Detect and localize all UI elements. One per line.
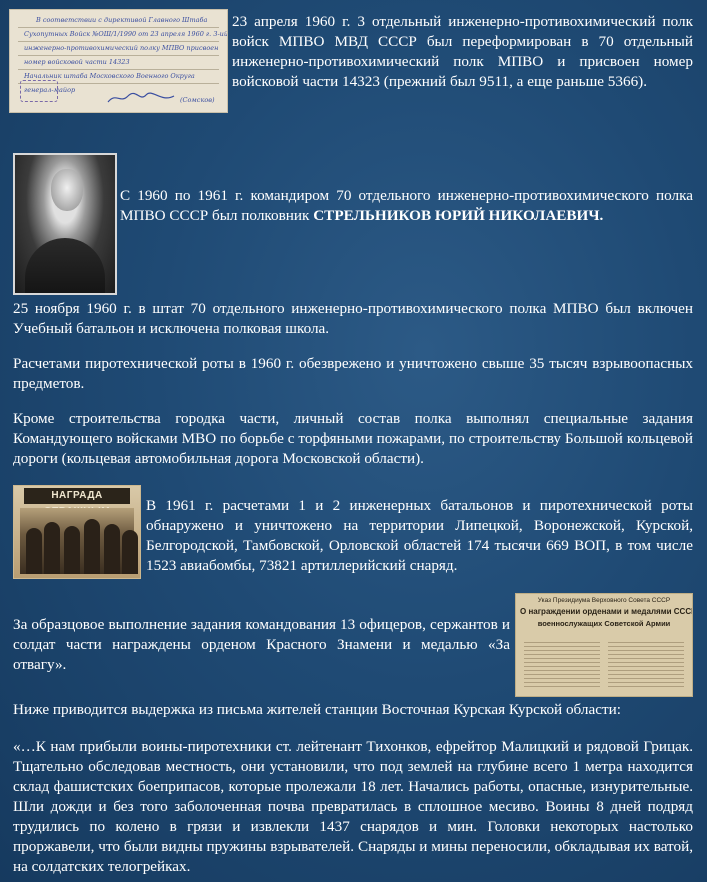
newspaper-heading: НАГРАДА ОТВАЖНЫМ bbox=[24, 488, 130, 517]
paragraph-pyrotechnic-company: Расчетами пиротехнической роты в 1960 г.… bbox=[13, 355, 693, 392]
commander-portrait-image bbox=[13, 153, 117, 295]
paragraph-construction: Кроме строительства городка части, личны… bbox=[13, 410, 693, 467]
letter-intro-paragraph: Ниже приводится выдержка из письма жител… bbox=[13, 701, 621, 718]
commander-name: СТРЕЛЬНИКОВ ЮРИЙ НИКОЛАЕВИЧ. bbox=[313, 207, 604, 224]
doc-line-1: В соответствии с директивой Главного Шта… bbox=[36, 16, 208, 24]
award-paragraph: За образцовое выполнение задания командо… bbox=[13, 616, 510, 673]
paragraph-training-battalion: 25 ноября 1960 г. в штат 70 отдельного и… bbox=[13, 300, 693, 337]
decree-line-2: О награждении орденами и медалями СССР bbox=[520, 607, 693, 616]
doc-line-3: инженерно-противохимический полку МПВО п… bbox=[24, 44, 219, 52]
decree-line-3: военнослужащих Советской Армии bbox=[537, 619, 671, 628]
doc-line-2: Сухопутных Войск №ОШ/1/1990 от 23 апреля… bbox=[24, 30, 228, 38]
stamp-mark bbox=[20, 80, 58, 102]
decree-clipping-image: Указ Президиума Верховного Совета СССР О… bbox=[515, 593, 693, 697]
ordnance-paragraph: В 1961 г. расчетами 1 и 2 инженерных бат… bbox=[146, 497, 693, 574]
commander-paragraph: С 1960 по 1961 г. командиром 70 отдельно… bbox=[120, 186, 693, 226]
decree-line-1: Указ Президиума Верховного Совета СССР bbox=[537, 597, 671, 604]
directive-document-image: В соответствии с директивой Главного Шта… bbox=[9, 9, 228, 113]
doc-line-5: Начальник штаба Московского Военного Окр… bbox=[24, 72, 195, 80]
doc-line-4: номер войсковой части 14323 bbox=[24, 58, 130, 66]
doc-line-7: (Сомсков) bbox=[180, 96, 215, 104]
signature-icon bbox=[107, 92, 175, 103]
newspaper-award-image: НАГРАДА ОТВАЖНЫМ bbox=[13, 485, 141, 579]
directive-paragraph: 23 апреля 1960 г. 3 отдельный инженерно-… bbox=[232, 13, 693, 90]
letter-quote-paragraph: «…К нам прибыли воины-пиротехники ст. ле… bbox=[13, 738, 693, 875]
